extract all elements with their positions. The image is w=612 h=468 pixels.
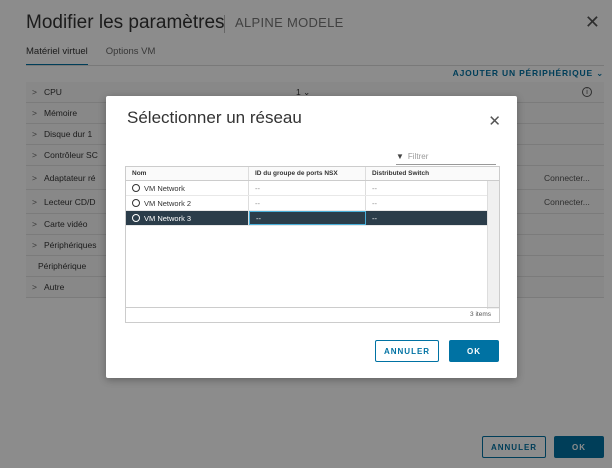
- ok-button[interactable]: OK: [449, 340, 499, 362]
- item-count: 3 items: [126, 307, 499, 322]
- network-name: VM Network: [144, 183, 185, 193]
- table-cell-switch: --: [372, 198, 377, 208]
- filter-icon: ▼: [396, 152, 404, 161]
- close-icon[interactable]: ✕: [488, 112, 501, 130]
- table-cell-nsx-id: --: [249, 196, 366, 210]
- filter-placeholder: Filtrer: [407, 152, 429, 161]
- select-network-modal: Sélectionner un réseau ✕ ▼ Filtrer Nom I…: [106, 96, 517, 378]
- filter-input[interactable]: ▼ Filtrer: [396, 149, 496, 165]
- table-cell-switch: --: [372, 213, 377, 223]
- table-cell-name: VM Network 3: [126, 211, 249, 225]
- table-row[interactable]: VM Network -- --: [126, 181, 499, 196]
- network-icon: [132, 199, 140, 207]
- column-header-name[interactable]: Nom: [126, 167, 249, 180]
- network-table: Nom ID du groupe de ports NSX Distribute…: [125, 166, 500, 323]
- table-scrollbar[interactable]: [487, 181, 499, 309]
- table-cell-nsx-id: --: [249, 181, 366, 195]
- table-row[interactable]: VM Network 2 -- --: [126, 196, 499, 211]
- table-cell-name: VM Network: [126, 181, 249, 195]
- network-name: VM Network 2: [144, 198, 192, 208]
- table-cell-nsx-id: --: [249, 211, 366, 225]
- table-header: Nom ID du groupe de ports NSX Distribute…: [126, 167, 499, 181]
- column-header-nsx-id[interactable]: ID du groupe de ports NSX: [249, 167, 366, 180]
- modal-title: Sélectionner un réseau: [127, 108, 302, 127]
- network-icon: [132, 214, 140, 222]
- table-row-selected[interactable]: VM Network 3 -- --: [126, 211, 499, 226]
- table-cell-switch: --: [372, 183, 377, 193]
- network-name: VM Network 3: [144, 213, 192, 223]
- cancel-button[interactable]: ANNULER: [375, 340, 439, 362]
- column-header-switch[interactable]: Distributed Switch: [366, 167, 487, 180]
- table-cell-name: VM Network 2: [126, 196, 249, 210]
- modal-footer: ANNULER OK: [375, 340, 499, 362]
- network-icon: [132, 184, 140, 192]
